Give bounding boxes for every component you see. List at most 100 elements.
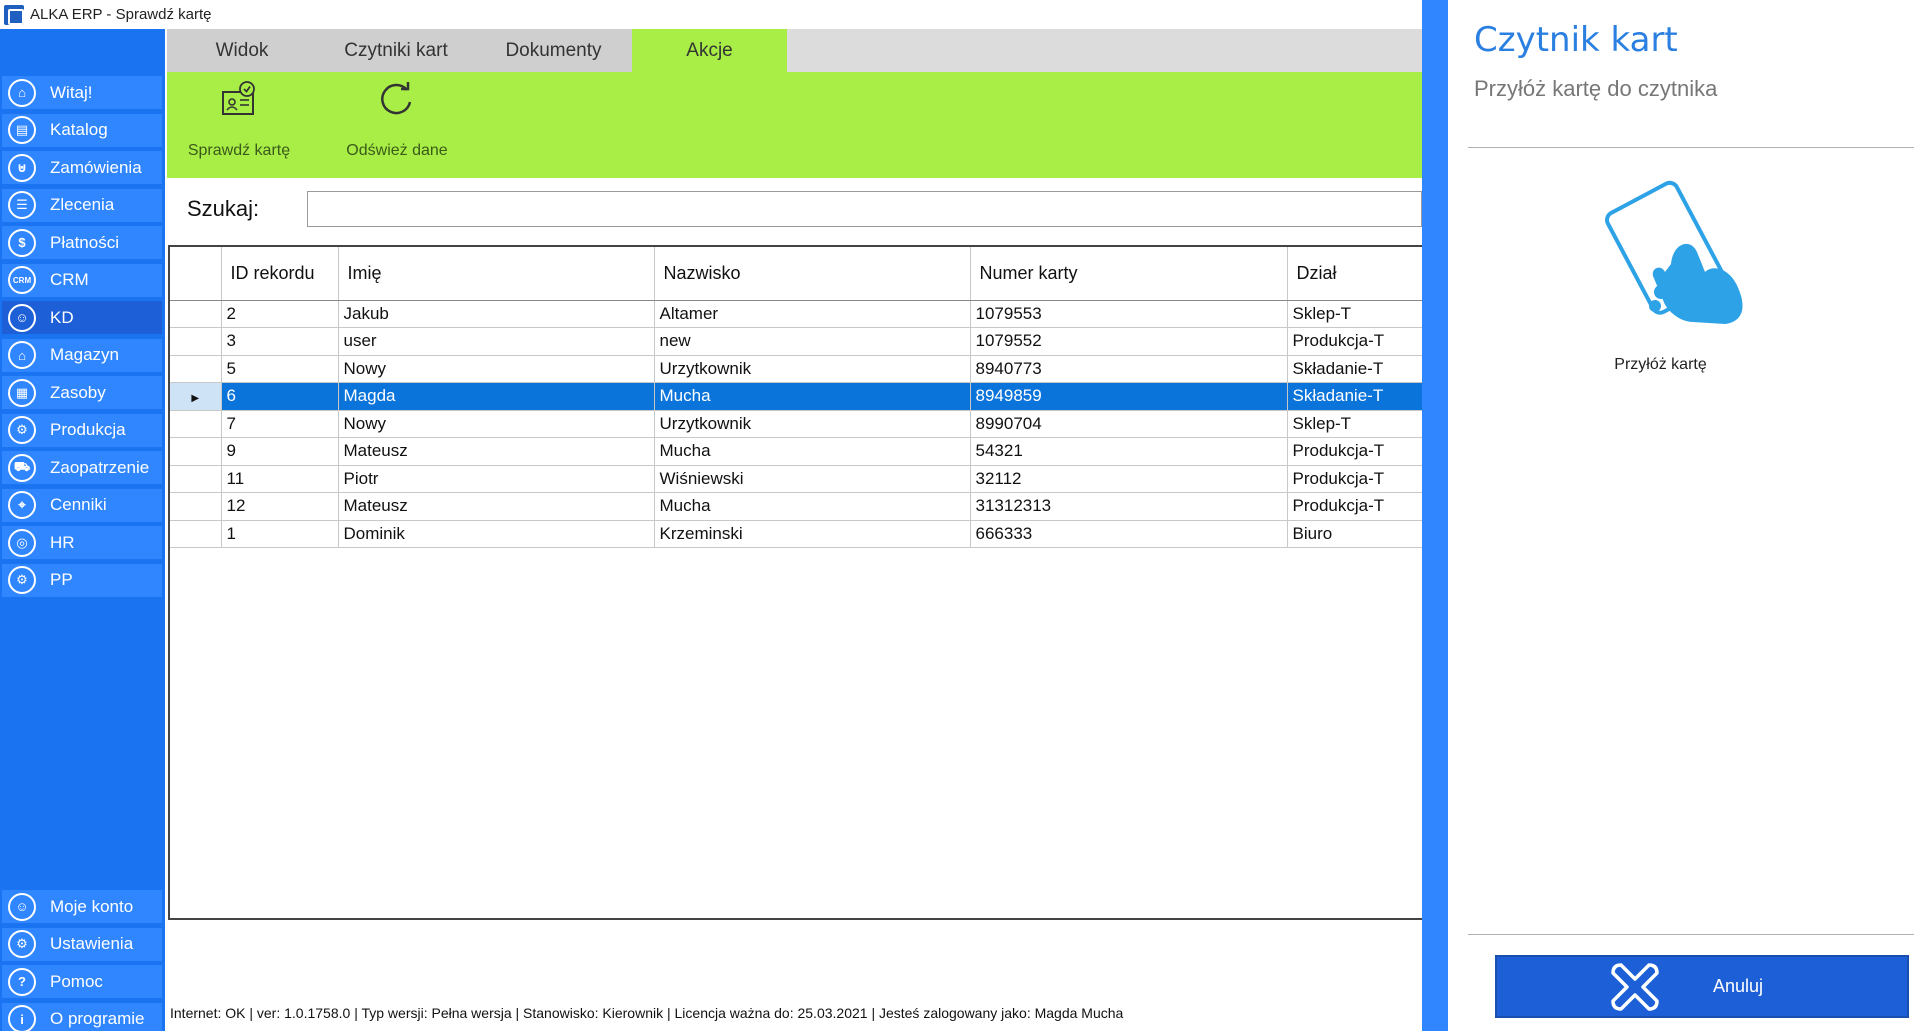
row-header[interactable]: ▶	[170, 382, 222, 411]
cell-imie[interactable]: Piotr	[338, 465, 655, 493]
table-row[interactable]: 7 Nowy Urzytkownik 8990704 Sklep-T	[170, 410, 1422, 438]
sidebar-item-zamówienia[interactable]: ⊍ Zamówienia	[2, 151, 162, 184]
tab-dokumenty[interactable]: Dokumenty	[475, 29, 632, 72]
cell-numer[interactable]: 31312313	[970, 492, 1288, 521]
row-header[interactable]	[170, 410, 222, 438]
cell-id[interactable]: 1	[221, 520, 339, 548]
cell-imie[interactable]: Mateusz	[338, 437, 655, 466]
cell-nazwisko[interactable]: Mucha	[654, 492, 971, 521]
cell-numer[interactable]: 54321	[970, 437, 1288, 466]
cell-imie[interactable]: Mateusz	[338, 492, 655, 521]
tab-widok[interactable]: Widok	[167, 29, 317, 72]
column-header-imie[interactable]: Imię	[338, 247, 655, 301]
sidebar-item-hr[interactable]: ◎ HR	[2, 526, 162, 559]
row-header[interactable]	[170, 327, 222, 356]
sidebar-item-label: O programie	[50, 1009, 145, 1028]
cell-imie[interactable]: Nowy	[338, 410, 655, 438]
cell-nazwisko[interactable]: Wiśniewski	[654, 465, 971, 493]
cell-dzial[interactable]: Sklep-T	[1287, 410, 1422, 438]
cell-numer[interactable]: 8940773	[970, 355, 1288, 383]
cell-numer[interactable]: 8949859	[970, 382, 1288, 411]
search-label: Szukaj:	[187, 196, 260, 221]
check-card-button[interactable]: Sprawdź kartę	[179, 72, 299, 178]
cell-dzial[interactable]: Produkcja-T	[1287, 492, 1422, 521]
cell-nazwisko[interactable]: Urzytkownik	[654, 410, 971, 438]
cell-id[interactable]: 3	[221, 327, 339, 356]
column-header-id[interactable]: ID rekordu	[221, 247, 339, 301]
row-header[interactable]	[170, 300, 222, 328]
table-row[interactable]: 11 Piotr Wiśniewski 32112 Produkcja-T	[170, 465, 1422, 493]
cell-nazwisko[interactable]: Krzeminski	[654, 520, 971, 548]
row-header[interactable]	[170, 437, 222, 466]
column-header-nazwisko[interactable]: Nazwisko	[654, 247, 971, 301]
sidebar-item-pomoc[interactable]: ? Pomoc	[2, 965, 162, 998]
sidebar-item-witaj-[interactable]: ⌂ Witaj!	[2, 76, 162, 109]
sidebar-item-zlecenia[interactable]: ☰ Zlecenia	[2, 188, 162, 222]
sidebar-item-katalog[interactable]: ▤ Katalog	[2, 113, 162, 147]
cell-imie[interactable]: Dominik	[338, 520, 655, 548]
cell-dzial[interactable]: Sklep-T	[1287, 300, 1422, 328]
cell-nazwisko[interactable]: Mucha	[654, 382, 971, 411]
table-row[interactable]: 1 Dominik Krzeminski 666333 Biuro	[170, 520, 1422, 548]
cell-numer[interactable]: 666333	[970, 520, 1288, 548]
cell-imie[interactable]: Magda	[338, 382, 655, 411]
row-header[interactable]	[170, 355, 222, 383]
sidebar-item-ustawienia[interactable]: ⚙ Ustawienia	[2, 927, 162, 961]
cell-numer[interactable]: 1079552	[970, 327, 1288, 356]
cell-numer[interactable]: 32112	[970, 465, 1288, 493]
cell-id[interactable]: 11	[221, 465, 339, 493]
cell-dzial[interactable]: Produkcja-T	[1287, 437, 1422, 466]
cell-nazwisko[interactable]: Urzytkownik	[654, 355, 971, 383]
cell-id[interactable]: 7	[221, 410, 339, 438]
cell-id[interactable]: 9	[221, 437, 339, 466]
close-icon	[1611, 962, 1659, 1011]
cell-id[interactable]: 2	[221, 300, 339, 328]
table-row[interactable]: ▶ 6 Magda Mucha 8949859 Składanie-T	[170, 382, 1422, 411]
cell-dzial[interactable]: Biuro	[1287, 520, 1422, 548]
cell-dzial[interactable]: Składanie-T	[1287, 382, 1422, 411]
sidebar-item-o-programie[interactable]: i O programie	[2, 1002, 162, 1031]
cell-id[interactable]: 5	[221, 355, 339, 383]
refresh-button[interactable]: Odśwież dane	[337, 72, 457, 178]
cell-numer[interactable]: 1079553	[970, 300, 1288, 328]
sidebar-item-moje-konto[interactable]: ☺ Moje konto	[2, 890, 162, 923]
sidebar-item-płatności[interactable]: $ Płatności	[2, 226, 162, 259]
search-input[interactable]	[307, 191, 1422, 227]
sidebar-item-crm[interactable]: CRM CRM	[2, 263, 162, 297]
dollar-icon: $	[8, 228, 36, 257]
cell-imie[interactable]: Jakub	[338, 300, 655, 328]
table-row[interactable]: 9 Mateusz Mucha 54321 Produkcja-T	[170, 437, 1422, 466]
cell-id[interactable]: 12	[221, 492, 339, 521]
cell-numer[interactable]: 8990704	[970, 410, 1288, 438]
sidebar-item-cenniki[interactable]: ⌖ Cenniki	[2, 488, 162, 522]
cancel-button[interactable]: Anuluj	[1495, 955, 1909, 1018]
sidebar-item-label: Zlecenia	[50, 195, 115, 214]
sidebar-item-kd[interactable]: ☺ KD	[2, 301, 162, 334]
cell-dzial[interactable]: Produkcja-T	[1287, 327, 1422, 356]
table-row[interactable]: 2 Jakub Altamer 1079553 Sklep-T	[170, 300, 1422, 328]
cell-nazwisko[interactable]: new	[654, 327, 971, 356]
cell-id[interactable]: 6	[221, 382, 339, 411]
sidebar-item-zasoby[interactable]: ▦ Zasoby	[2, 376, 162, 409]
table-row[interactable]: 3 user new 1079552 Produkcja-T	[170, 327, 1422, 356]
cell-imie[interactable]: Nowy	[338, 355, 655, 383]
row-header[interactable]	[170, 520, 222, 548]
table-row[interactable]: 12 Mateusz Mucha 31312313 Produkcja-T	[170, 492, 1422, 521]
cell-nazwisko[interactable]: Altamer	[654, 300, 971, 328]
sidebar-item-magazyn[interactable]: ⌂ Magazyn	[2, 338, 162, 372]
table-row[interactable]: 5 Nowy Urzytkownik 8940773 Składanie-T	[170, 355, 1422, 383]
row-header[interactable]	[170, 492, 222, 521]
column-header-dzial[interactable]: Dział	[1287, 247, 1422, 301]
tab-akcje[interactable]: Akcje	[632, 29, 787, 72]
sidebar-item-pp[interactable]: ⚙ PP	[2, 563, 162, 597]
sidebar-item-zaopatrzenie[interactable]: ⛟ Zaopatrzenie	[2, 451, 162, 484]
sidebar-item-produkcja[interactable]: ⚙ Produkcja	[2, 413, 162, 447]
tab-czytniki-kart[interactable]: Czytniki kart	[317, 29, 475, 72]
cell-nazwisko[interactable]: Mucha	[654, 437, 971, 466]
row-header[interactable]	[170, 465, 222, 493]
cell-imie[interactable]: user	[338, 327, 655, 356]
cart-icon: ⊍	[8, 153, 36, 182]
column-header-numer-karty[interactable]: Numer karty	[970, 247, 1288, 301]
cell-dzial[interactable]: Składanie-T	[1287, 355, 1422, 383]
cell-dzial[interactable]: Produkcja-T	[1287, 465, 1422, 493]
